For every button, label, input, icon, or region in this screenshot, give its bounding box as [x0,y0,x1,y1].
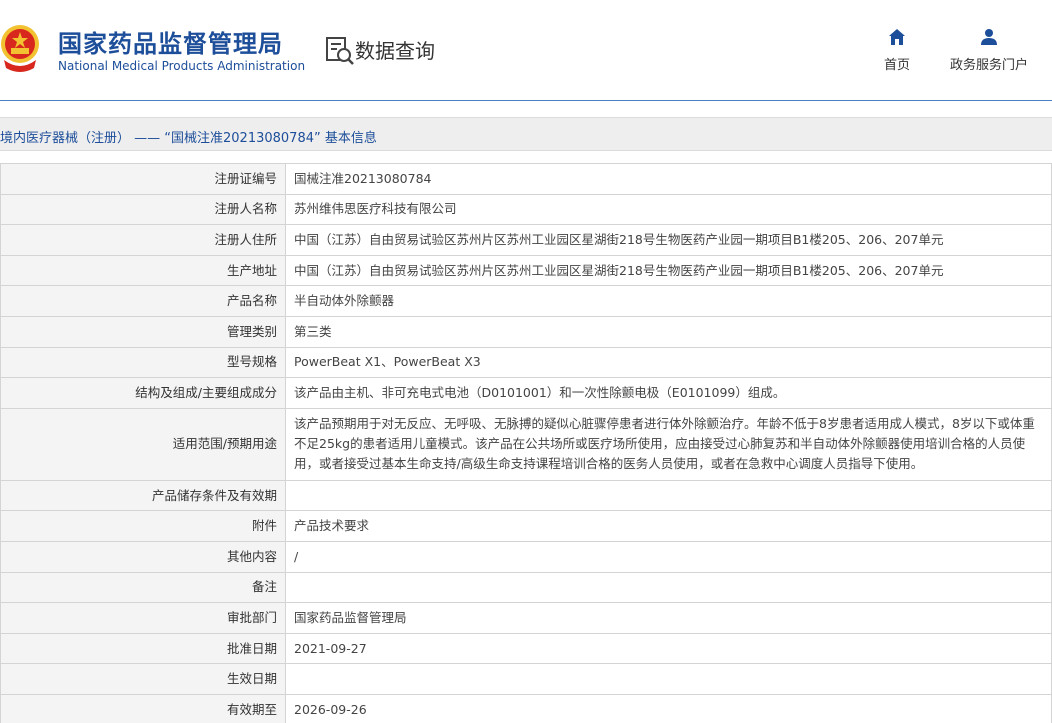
nav-portal-label: 政务服务门户 [949,58,1028,73]
table-row: 注册人住所 中国（江苏）自由贸易试验区苏州片区苏州工业园区星湖街218号生物医药产… [0,224,1052,256]
table-row: 审批部门 国家药品监督管理局 [0,602,1052,634]
field-label: 管理类别 [0,315,286,348]
site-header: 国家药品监督管理局 National Medical Products Admi… [0,0,1052,100]
table-row: 产品名称 半自动体外除颤器 [0,285,1052,317]
field-value: 2026-09-26 [285,693,1052,723]
header-divider [0,100,1052,101]
field-value: 该产品预期用于对无反应、无呼吸、无脉搏的疑似心脏骤停患者进行体外除颤治疗。年龄不… [285,407,1052,481]
field-label: 适用范围/预期用途 [0,407,286,481]
table-row: 其他内容 / [0,540,1052,573]
agency-name-cn: 国家药品监督管理局 [58,30,283,58]
breadcrumb-bar: 境内医疗器械（注册） —— “国械注准20213080784” 基本信息 [0,117,1052,151]
national-emblem-icon [1,25,39,72]
table-row: 结构及组成/主要组成成分 该产品由主机、非可充电式电池（D0101001）和一次性… [0,377,1052,409]
registration-info-table: 注册证编号 国械注准20213080784 注册人名称 苏州维伟思医疗科技有限公司 注册… [0,163,1052,723]
field-label: 批准日期 [0,632,286,665]
field-value: 国家药品监督管理局 [285,602,1052,634]
table-row: 附件 产品技术要求 [0,510,1052,542]
field-label: 产品储存条件及有效期 [0,479,286,512]
nav-service-portal[interactable]: 政务服务门户 [945,28,1033,73]
nav-home-label: 首页 [883,58,910,73]
field-value: 苏州维伟思医疗科技有限公司 [285,193,1052,226]
field-value: 国械注准20213080784 [285,163,1052,195]
field-value: PowerBeat X1、PowerBeat X3 [285,346,1052,379]
field-value [285,663,1052,695]
field-label: 注册证编号 [0,163,286,195]
field-label: 产品名称 [0,285,286,317]
home-icon [889,29,905,45]
table-row: 管理类别 第三类 [0,315,1052,348]
field-label: 备注 [0,571,286,604]
table-row: 注册证编号 国械注准20213080784 [0,163,1052,195]
table-row: 有效期至 2026-09-26 [0,693,1052,723]
field-value: 2021-09-27 [285,632,1052,665]
table-row: 备注 [0,571,1052,604]
field-value: 该产品由主机、非可充电式电池（D0101001）和一次性除颤电极（E010109… [285,377,1052,409]
field-label: 注册人住所 [0,224,286,256]
field-label: 审批部门 [0,602,286,634]
data-query-icon [326,37,354,65]
agency-name-en: National Medical Products Administration [58,59,306,73]
field-label: 有效期至 [0,693,286,723]
table-row: 适用范围/预期用途 该产品预期用于对无反应、无呼吸、无脉搏的疑似心脏骤停患者进行体… [0,407,1052,481]
table-row: 产品储存条件及有效期 [0,479,1052,512]
field-value [285,479,1052,512]
table-row: 型号规格 PowerBeat X1、PowerBeat X3 [0,346,1052,379]
field-value: 中国（江苏）自由贸易试验区苏州片区苏州工业园区星湖街218号生物医药产业园一期项… [285,254,1052,287]
breadcrumb: 境内医疗器械（注册） —— “国械注准20213080784” 基本信息 [0,131,377,146]
table-row: 生产地址 中国（江苏）自由贸易试验区苏州片区苏州工业园区星湖街218号生物医药产业… [0,254,1052,287]
field-value: 中国（江苏）自由贸易试验区苏州片区苏州工业园区星湖街218号生物医药产业园一期项… [285,224,1052,256]
table-row: 生效日期 [0,663,1052,695]
field-label: 生产地址 [0,254,286,287]
field-value: 第三类 [285,315,1052,348]
user-icon [981,29,997,45]
field-label: 型号规格 [0,346,286,379]
field-value: 半自动体外除颤器 [285,285,1052,317]
field-value: / [285,540,1052,573]
field-value [285,571,1052,604]
field-label: 结构及组成/主要组成成分 [0,377,286,409]
field-label: 注册人名称 [0,193,286,226]
field-label: 附件 [0,510,286,542]
field-label: 生效日期 [0,663,286,695]
table-row: 批准日期 2021-09-27 [0,632,1052,665]
field-label: 其他内容 [0,540,286,573]
section-title: 数据查询 [355,39,435,63]
table-row: 注册人名称 苏州维伟思医疗科技有限公司 [0,193,1052,226]
nav-home[interactable]: 首页 [874,28,920,73]
field-value: 产品技术要求 [285,510,1052,542]
